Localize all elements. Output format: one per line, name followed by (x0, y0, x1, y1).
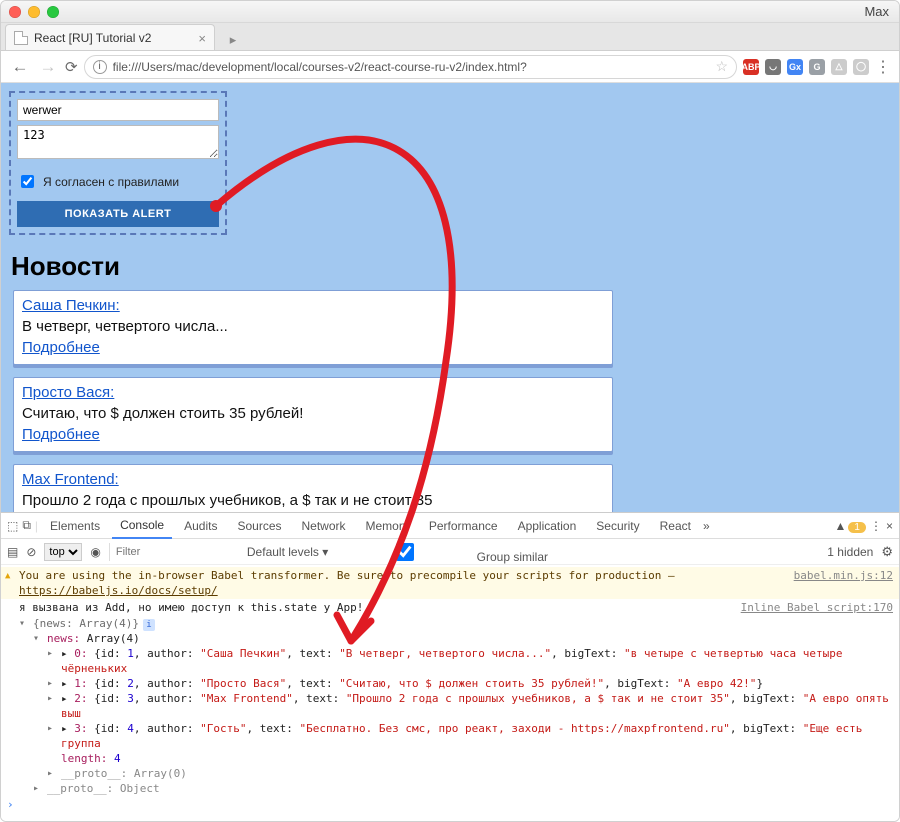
tab-memory[interactable]: Memory (358, 513, 417, 539)
extensions: ABP ◡ Gx G △ ◯ (743, 59, 869, 75)
article-author[interactable]: Саша Печкин: (22, 297, 120, 314)
article-author[interactable]: Просто Вася: (22, 384, 114, 401)
back-button[interactable]: ← (9, 57, 31, 77)
address-bar[interactable]: i file:///Users/mac/development/local/co… (84, 55, 737, 79)
tree-item: ▸ 3: {id: 4, author: "Гость", text: "Бес… (47, 721, 899, 751)
console-sidebar-icon[interactable]: ▤ (7, 545, 18, 559)
author-input[interactable] (17, 99, 219, 121)
news-article: Саша Печкин: В четверг, четвертого числа… (13, 290, 613, 365)
more-tabs-icon[interactable]: » (703, 519, 710, 533)
page-content: 123 Я согласен с правилами ПОКАЗАТЬ ALER… (1, 83, 899, 512)
devtools-close-icon[interactable]: × (886, 519, 893, 533)
abp-icon[interactable]: ABP (743, 59, 759, 75)
devtools-menu-icon[interactable]: ⋮ (870, 519, 882, 533)
maximize-window-icon[interactable] (47, 6, 59, 18)
tab-audits[interactable]: Audits (176, 513, 225, 539)
eye-icon[interactable]: ◉ (90, 545, 100, 559)
tab-sources[interactable]: Sources (229, 513, 289, 539)
viewport: 123 Я согласен с правилами ПОКАЗАТЬ ALER… (1, 83, 899, 821)
tab-application[interactable]: Application (510, 513, 585, 539)
device-icon[interactable]: ⧉ (22, 518, 31, 533)
text-input[interactable]: 123 (17, 125, 219, 159)
tree-proto: __proto__: Array(0) (47, 766, 899, 781)
settings-icon[interactable]: ⚙ (881, 544, 893, 560)
article-author[interactable]: Max Frontend: (22, 471, 119, 488)
add-news-form: 123 Я согласен с правилами ПОКАЗАТЬ ALER… (9, 91, 227, 235)
reload-button[interactable]: ⟳ (65, 58, 78, 76)
grammarly-icon[interactable]: G (809, 59, 825, 75)
filter-input[interactable] (109, 543, 239, 561)
menu-icon[interactable]: ⋮ (875, 57, 891, 77)
hidden-count: 1 hidden (827, 545, 873, 559)
tab-network[interactable]: Network (294, 513, 354, 539)
minimize-window-icon[interactable] (28, 6, 40, 18)
read-more-link[interactable]: Подробнее (22, 426, 100, 443)
console-toolbar: ▤ ⊘ top ◉ Default levels ▾ Group similar… (1, 539, 899, 565)
tree-root: {news: Array(4)}i (19, 616, 899, 631)
tab-strip: React [RU] Tutorial v2 × ▸ (1, 23, 899, 51)
tree-news: news: Array(4) (33, 631, 899, 646)
news-article: Max Frontend: Прошло 2 года с прошлых уч… (13, 464, 613, 512)
news-heading: Новости (11, 251, 891, 282)
console-object-tree[interactable]: {news: Array(4)}i news: Array(4) ▸ 0: {i… (1, 616, 899, 796)
console-prompt[interactable]: › (1, 796, 899, 813)
console-output[interactable]: You are using the in-browser Babel trans… (1, 565, 899, 821)
news-article: Просто Вася: Считаю, что $ должен стоить… (13, 377, 613, 452)
inspect-icon[interactable]: ⬚ (7, 519, 18, 533)
devtools-tabs: ⬚ ⧉ | Elements Console Audits Sources Ne… (1, 513, 899, 539)
warning-source[interactable]: babel.min.js:12 (784, 568, 893, 598)
tab-elements[interactable]: Elements (42, 513, 108, 539)
context-select[interactable]: top (44, 543, 82, 561)
profile-label[interactable]: Max (864, 4, 889, 19)
tree-item: ▸ 0: {id: 1, author: "Саша Печкин", text… (47, 646, 899, 676)
tab-close-icon[interactable]: × (198, 31, 206, 46)
group-checkbox[interactable] (340, 543, 470, 561)
file-icon (14, 31, 28, 45)
show-alert-button[interactable]: ПОКАЗАТЬ ALERT (17, 201, 219, 227)
warning-link[interactable]: https://babeljs.io/docs/setup/ (19, 584, 218, 597)
console-log: я вызвана из Add, но имею доступ к this.… (1, 599, 899, 616)
tree-item: ▸ 1: {id: 2, author: "Просто Вася", text… (47, 676, 899, 691)
titlebar: Max (1, 1, 899, 23)
console-warning: You are using the in-browser Babel trans… (1, 567, 899, 599)
agree-checkbox[interactable] (21, 175, 34, 188)
log-source[interactable]: Inline Babel script:170 (741, 600, 893, 615)
tab-react[interactable]: React (652, 513, 699, 539)
tab-performance[interactable]: Performance (421, 513, 506, 539)
clear-console-icon[interactable]: ⊘ (26, 545, 36, 559)
toolbar: ← → ⟳ i file:///Users/mac/development/lo… (1, 51, 899, 83)
new-tab-button[interactable]: ▸ (221, 30, 245, 50)
levels-select[interactable]: Default levels ▾ (247, 545, 328, 559)
warning-indicator[interactable]: ▲1 (835, 519, 866, 533)
tree-proto: __proto__: Object (33, 781, 899, 796)
read-more-link[interactable]: Подробнее (22, 339, 100, 356)
tree-item: ▸ 2: {id: 3, author: "Max Frontend", tex… (47, 691, 899, 721)
drive-icon[interactable]: △ (831, 59, 847, 75)
ext-icon[interactable]: ◯ (853, 59, 869, 75)
tab-title: React [RU] Tutorial v2 (34, 31, 151, 45)
devtools-panel: ⬚ ⧉ | Elements Console Audits Sources Ne… (1, 512, 899, 821)
bookmark-icon[interactable]: ☆ (715, 58, 728, 75)
agree-label: Я согласен с правилами (43, 175, 179, 189)
url-text: file:///Users/mac/development/local/cour… (113, 60, 710, 74)
translate-icon[interactable]: Gx (787, 59, 803, 75)
tab-security[interactable]: Security (588, 513, 647, 539)
tab-console[interactable]: Console (112, 513, 172, 539)
browser-window: Max React [RU] Tutorial v2 × ▸ ← → ⟳ i f… (0, 0, 900, 822)
forward-button[interactable]: → (37, 57, 59, 77)
group-similar[interactable]: Group similar (336, 540, 548, 564)
window-controls (9, 6, 59, 18)
pocket-icon[interactable]: ◡ (765, 59, 781, 75)
article-text: Прошло 2 года с прошлых учебников, а $ т… (22, 492, 604, 509)
close-window-icon[interactable] (9, 6, 21, 18)
agree-row[interactable]: Я согласен с правилами (17, 172, 219, 191)
site-info-icon[interactable]: i (93, 60, 107, 74)
info-badge-icon: i (143, 619, 155, 631)
article-text: В четверг, четвертого числа... (22, 318, 604, 335)
article-text: Считаю, что $ должен стоить 35 рублей! (22, 405, 604, 422)
tab-active[interactable]: React [RU] Tutorial v2 × (5, 24, 215, 50)
